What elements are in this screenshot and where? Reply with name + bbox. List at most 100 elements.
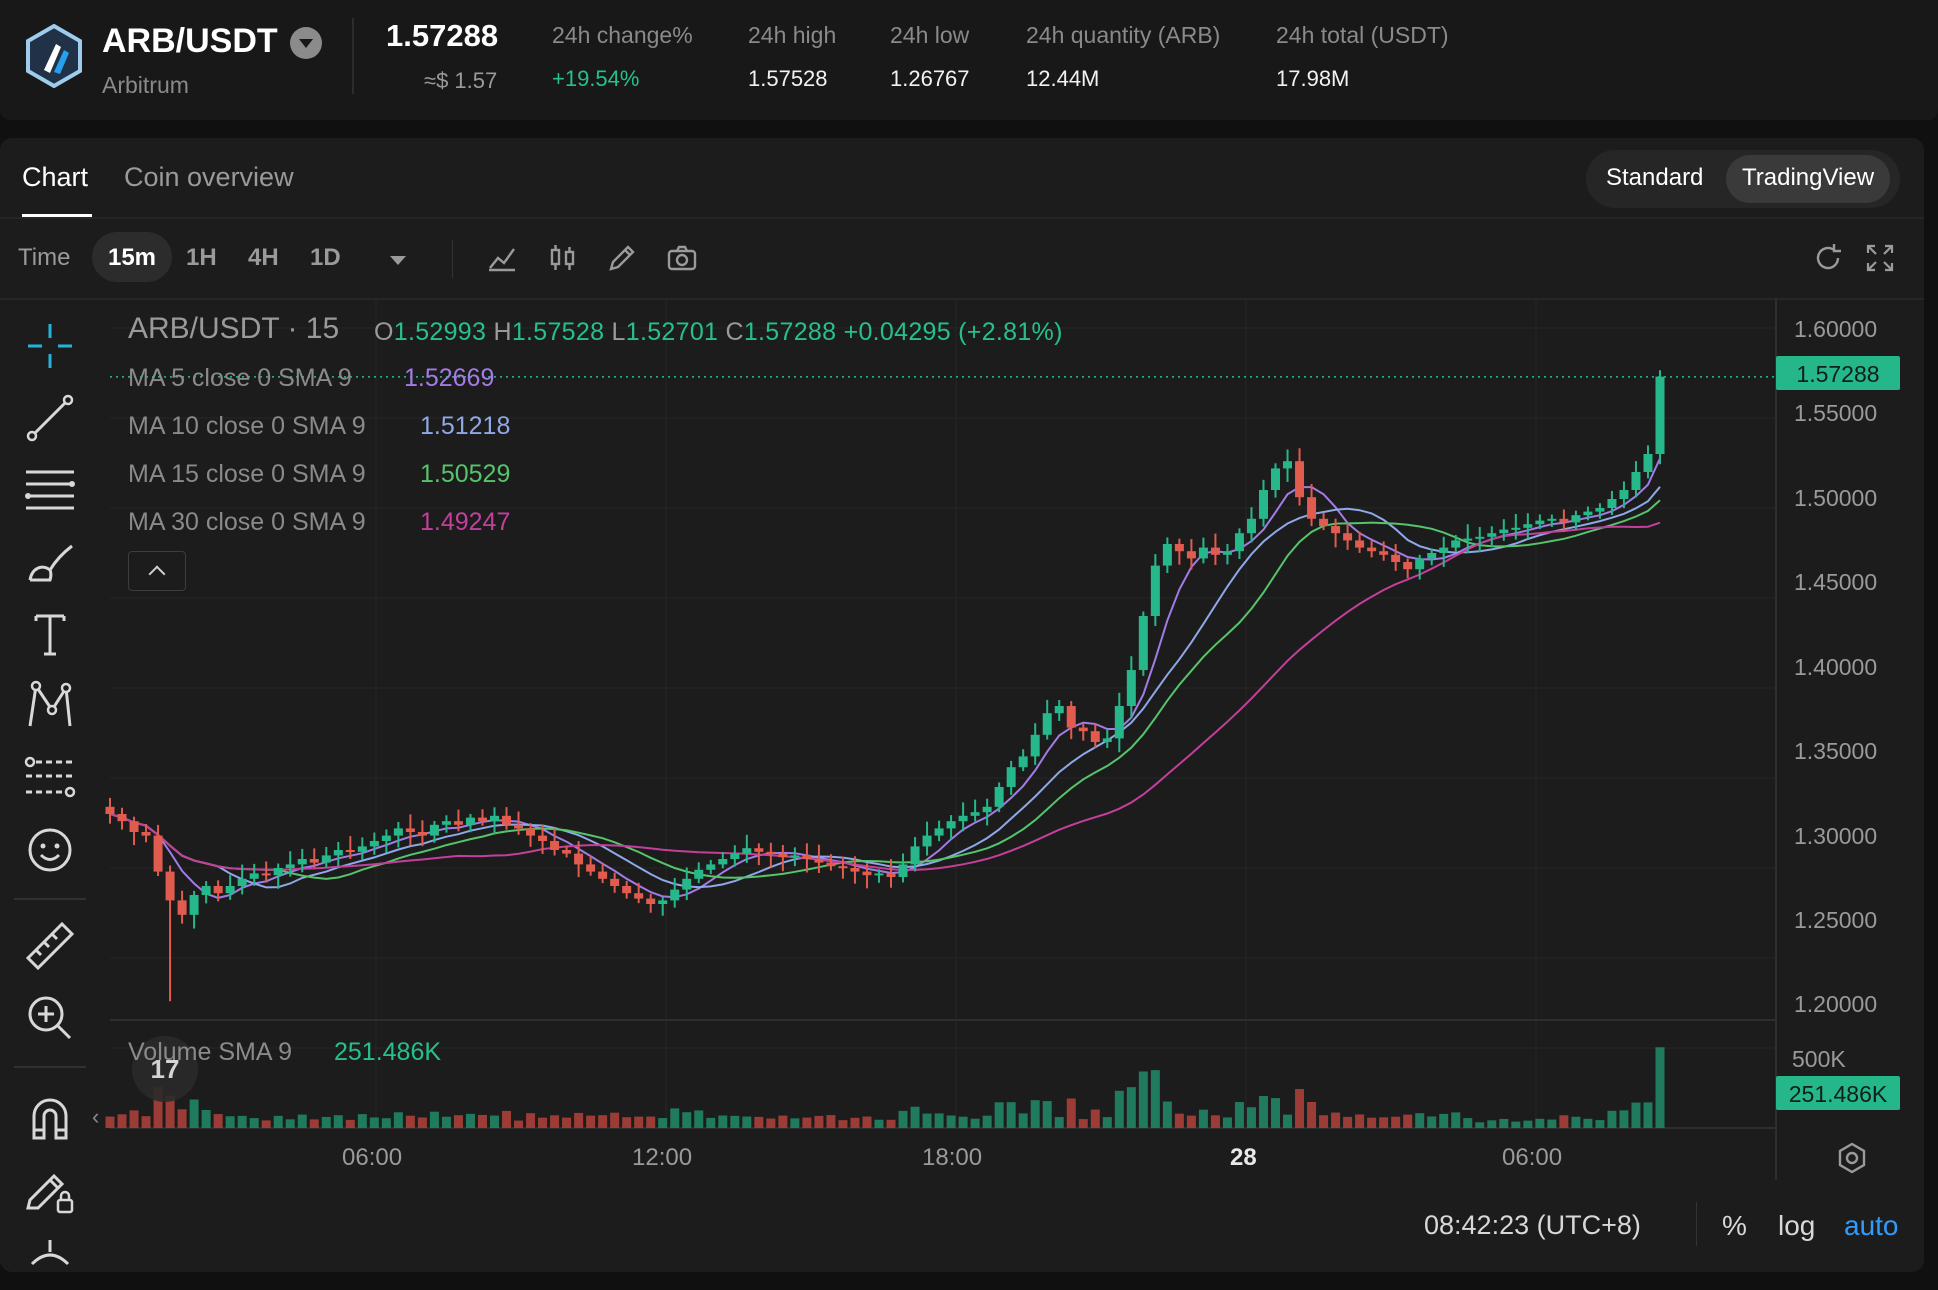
log-scale-button[interactable]: log bbox=[1778, 1210, 1815, 1242]
candle-body bbox=[213, 886, 223, 894]
time-tick: 06:00 bbox=[1502, 1144, 1563, 1171]
volume-bar bbox=[1583, 1118, 1593, 1128]
volume-bar bbox=[1595, 1120, 1605, 1128]
volume-bar bbox=[622, 1117, 632, 1128]
candle-body bbox=[982, 806, 992, 813]
volume-bar bbox=[1234, 1102, 1244, 1128]
price-tick: 1.35000 bbox=[1794, 738, 1878, 764]
volume-bar bbox=[189, 1099, 199, 1128]
candle-body bbox=[658, 900, 668, 904]
volume-tag: 251.486K bbox=[1776, 1076, 1900, 1110]
candle-body bbox=[1114, 706, 1124, 739]
legend-c-label: C bbox=[725, 318, 744, 346]
volume-bar bbox=[129, 1110, 139, 1128]
candle-body bbox=[994, 787, 1004, 807]
candle-body bbox=[1078, 727, 1088, 732]
legend-l-label: L bbox=[611, 318, 626, 346]
volume-bar bbox=[922, 1113, 932, 1128]
volume-bar bbox=[682, 1112, 692, 1128]
candle-body bbox=[1198, 547, 1208, 559]
legend-collapse-button[interactable] bbox=[128, 551, 186, 591]
volume-bar bbox=[117, 1114, 127, 1128]
candle-body bbox=[946, 821, 956, 829]
auto-scale-button[interactable]: auto bbox=[1844, 1210, 1899, 1242]
candle-body bbox=[225, 886, 235, 894]
candle-body bbox=[1042, 713, 1052, 735]
axis-settings-icon[interactable] bbox=[1834, 1140, 1870, 1176]
volume-tick: 500K bbox=[1792, 1046, 1846, 1072]
candle-body bbox=[1355, 540, 1365, 548]
price-tick: 1.60000 bbox=[1794, 316, 1878, 342]
volume-bar bbox=[802, 1117, 812, 1128]
volume-legend-value: 251.486K bbox=[334, 1038, 442, 1066]
volume-bar bbox=[778, 1115, 788, 1128]
candle-body bbox=[1583, 511, 1593, 516]
candle-body bbox=[1511, 527, 1521, 530]
candle-body bbox=[1463, 538, 1473, 541]
ma30-label[interactable]: MA 30 close 0 SMA 9 bbox=[128, 508, 366, 537]
volume-bar bbox=[1511, 1121, 1521, 1128]
candle-body bbox=[670, 889, 680, 901]
legend-high: 1.57528 bbox=[511, 318, 605, 346]
candle-body bbox=[694, 869, 704, 879]
volume-bar bbox=[1102, 1117, 1112, 1128]
volume-bar bbox=[838, 1120, 848, 1128]
percent-scale-button[interactable]: % bbox=[1722, 1210, 1747, 1242]
volume-bar bbox=[393, 1112, 403, 1128]
candle-body bbox=[1138, 616, 1148, 670]
candle-body bbox=[550, 841, 560, 850]
candle-body bbox=[1234, 533, 1244, 552]
candle-body bbox=[754, 848, 764, 852]
volume-bar bbox=[1307, 1101, 1317, 1128]
candle-body bbox=[1655, 376, 1665, 454]
scroll-left-icon[interactable]: ‹ bbox=[92, 1104, 99, 1130]
volume-legend-label[interactable]: Volume SMA 9 bbox=[128, 1038, 292, 1067]
candle-body bbox=[1559, 518, 1569, 523]
volume-bar bbox=[502, 1110, 512, 1128]
candle-body bbox=[333, 850, 343, 856]
ma5-label[interactable]: MA 5 close 0 SMA 9 bbox=[128, 364, 352, 393]
candle-body bbox=[1246, 518, 1256, 534]
volume-bar bbox=[1403, 1114, 1413, 1128]
ma10-label[interactable]: MA 10 close 0 SMA 9 bbox=[128, 412, 366, 441]
candle-body bbox=[489, 815, 499, 822]
candle-body bbox=[1415, 558, 1425, 570]
volume-bar bbox=[249, 1118, 259, 1128]
volume-bar bbox=[141, 1116, 151, 1128]
candle-body bbox=[1126, 670, 1136, 706]
volume-bar bbox=[1439, 1113, 1449, 1128]
volume-bar bbox=[850, 1117, 860, 1128]
candle-body bbox=[429, 824, 439, 836]
candle-body bbox=[718, 859, 728, 865]
candle-body bbox=[105, 806, 115, 814]
price-chart[interactable] bbox=[0, 0, 1938, 1290]
candle-body bbox=[850, 868, 860, 872]
volume-bar bbox=[261, 1120, 271, 1128]
volume-bar bbox=[273, 1115, 283, 1128]
volume-bar bbox=[1174, 1113, 1184, 1128]
volume-bar bbox=[814, 1115, 824, 1128]
volume-bar bbox=[1619, 1110, 1629, 1128]
volume-bar bbox=[309, 1119, 319, 1128]
volume-bar bbox=[1523, 1120, 1533, 1128]
candle-body bbox=[562, 850, 572, 854]
last-price-tag: 1.57288 bbox=[1776, 356, 1900, 390]
volume-bar bbox=[670, 1108, 680, 1128]
volume-bar bbox=[1427, 1116, 1437, 1128]
candle-body bbox=[1643, 454, 1653, 472]
candle-body bbox=[1030, 734, 1040, 757]
ma15-label[interactable]: MA 15 close 0 SMA 9 bbox=[128, 460, 366, 489]
clock[interactable]: 08:42:23 (UTC+8) bbox=[1424, 1210, 1641, 1241]
volume-bar bbox=[1283, 1114, 1293, 1128]
candle-body bbox=[1258, 490, 1268, 519]
candle-body bbox=[1499, 529, 1509, 534]
ma-line bbox=[109, 486, 1661, 889]
candle-body bbox=[1487, 533, 1497, 537]
candle-body bbox=[958, 815, 968, 822]
price-tick: 1.30000 bbox=[1794, 823, 1878, 849]
candle-body bbox=[465, 817, 475, 825]
candle-body bbox=[814, 859, 824, 863]
volume-bar bbox=[1054, 1117, 1064, 1128]
volume-bar bbox=[694, 1110, 704, 1128]
candle-body bbox=[405, 828, 415, 832]
